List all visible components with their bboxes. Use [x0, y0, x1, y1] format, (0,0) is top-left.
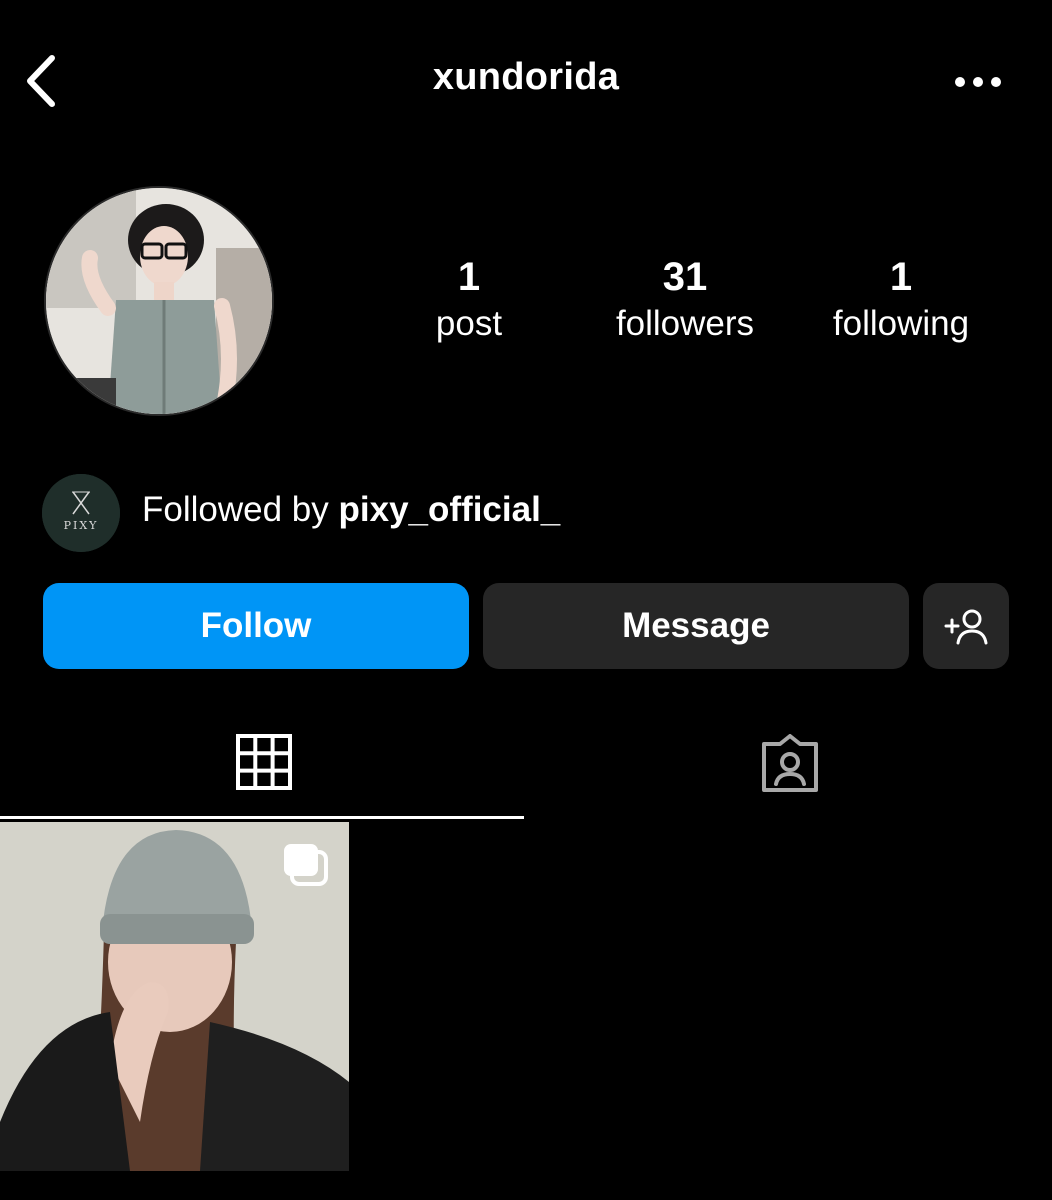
following-count-number: 1: [889, 255, 913, 299]
add-person-icon: [944, 609, 988, 645]
followed-by-prefix: Followed by: [142, 490, 329, 529]
chevron-left-icon: [27, 55, 55, 107]
message-button[interactable]: Message: [483, 583, 909, 669]
pixy-logo: PIXY: [42, 474, 120, 552]
follow-button[interactable]: Follow: [43, 583, 469, 669]
profile-username-title: xundorida: [432, 56, 620, 98]
message-button-label: Message: [622, 606, 770, 645]
active-tab-indicator: [0, 816, 524, 819]
posts-count-label: post: [435, 304, 503, 343]
followers-count[interactable]: 31 followers: [590, 254, 780, 348]
profile-avatar[interactable]: [44, 186, 274, 416]
posts-count: 1 post: [374, 254, 564, 348]
carousel-indicator: [280, 842, 330, 888]
back-button[interactable]: [20, 52, 64, 110]
mutual-follower-avatar[interactable]: PIXY: [42, 474, 120, 552]
pixy-logo-text: PIXY: [64, 519, 99, 532]
posts-count-number: 1: [457, 255, 481, 299]
following-count-label: following: [832, 304, 970, 343]
tab-posts-grid[interactable]: [0, 716, 526, 816]
followers-count-label: followers: [615, 304, 755, 343]
more-options-button[interactable]: [950, 66, 1006, 98]
profile-photo: [46, 188, 272, 414]
multiple-images-icon: [284, 844, 328, 886]
following-count[interactable]: 1 following: [806, 254, 996, 348]
more-horizontal-icon: [955, 77, 1001, 87]
follow-button-label: Follow: [200, 606, 312, 645]
followed-by-text[interactable]: Followed by pixy_official_: [142, 490, 560, 530]
grid-icon: [236, 734, 292, 790]
tab-tagged[interactable]: [526, 716, 1052, 816]
followed-by-account[interactable]: pixy_official_: [339, 490, 561, 529]
tagged-person-icon: [762, 734, 818, 792]
suggested-accounts-button[interactable]: [923, 583, 1009, 669]
followers-count-number: 31: [662, 255, 708, 299]
